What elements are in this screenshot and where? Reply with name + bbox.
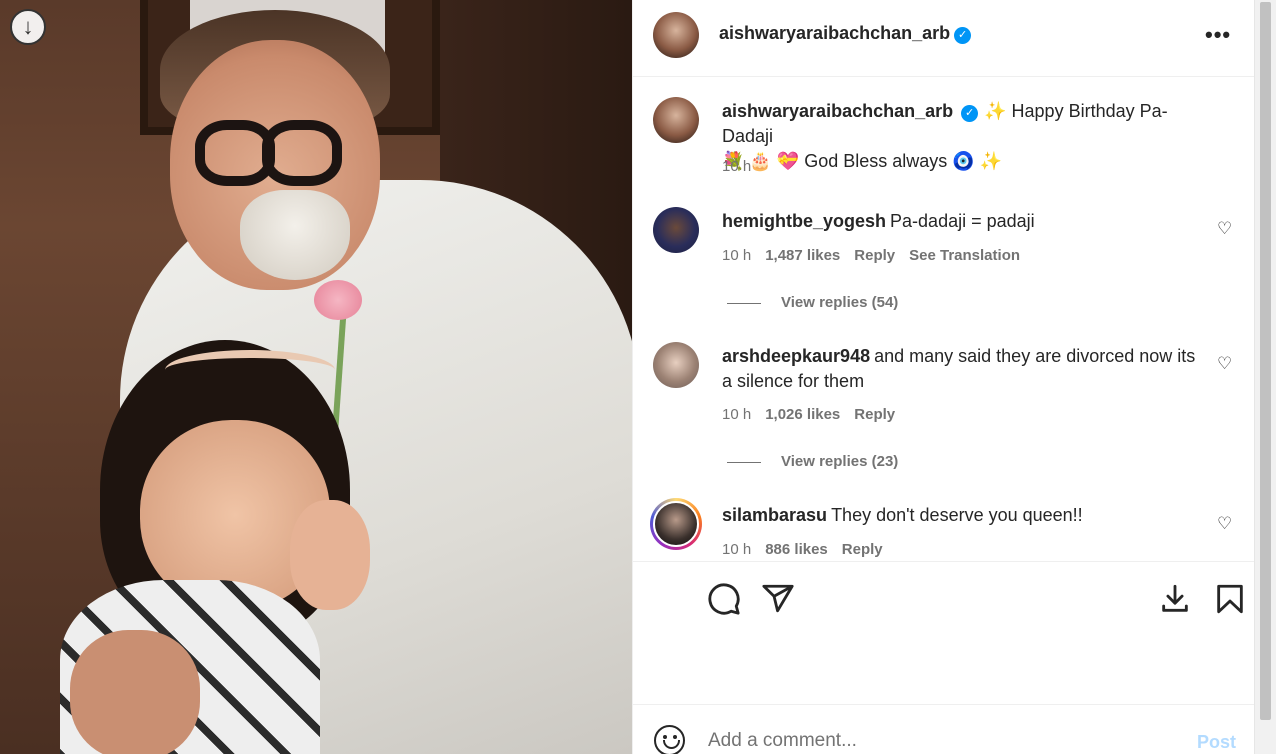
- caption-time: 10 h: [722, 158, 752, 175]
- comment-meta: 10 h 1,026 likes Reply: [722, 406, 896, 423]
- author-username[interactable]: aishwaryaraibachchan_arb: [719, 23, 950, 43]
- scrollbar[interactable]: [1254, 0, 1276, 754]
- caption-text: aishwaryaraibachchan_arb ✓ ✨ Happy Birthda…: [722, 101, 1168, 171]
- likes-count[interactable]: 1,487 likes: [765, 247, 840, 264]
- post-button[interactable]: Post: [1197, 732, 1236, 753]
- download-icon[interactable]: [1158, 582, 1192, 616]
- comment-icon[interactable]: [707, 582, 741, 616]
- comment-text: hemightbe_yogesh Pa-dadaji = padaji: [722, 211, 1035, 231]
- likes-count[interactable]: 1,026 likes: [765, 406, 840, 423]
- heart-icon[interactable]: ♡: [1217, 355, 1235, 373]
- more-icon[interactable]: •••: [1205, 22, 1231, 48]
- author-avatar[interactable]: [653, 12, 699, 58]
- verified-icon: ✓: [954, 27, 972, 44]
- emoji-icon[interactable]: [654, 725, 685, 754]
- action-bar: [633, 561, 1255, 704]
- likes-count[interactable]: 886 likes: [765, 541, 828, 558]
- commenter-avatar[interactable]: [653, 342, 699, 388]
- post-photo: [0, 0, 632, 754]
- view-replies-button[interactable]: View replies (23): [727, 453, 898, 470]
- share-icon[interactable]: [761, 582, 795, 616]
- comment-input[interactable]: [708, 730, 1178, 752]
- scroll-down-icon[interactable]: ↓: [10, 9, 46, 45]
- reply-button[interactable]: Reply: [842, 541, 883, 558]
- caption-avatar[interactable]: [653, 97, 699, 143]
- rose: [314, 280, 362, 320]
- comment-username[interactable]: hemightbe_yogesh: [722, 211, 886, 231]
- reply-button[interactable]: Reply: [854, 406, 895, 423]
- comment-username[interactable]: arshdeepkaur948: [722, 346, 870, 366]
- post-author-header[interactable]: aishwaryaraibachchan_arb ✓: [719, 23, 972, 44]
- heart-icon[interactable]: ♡: [1217, 515, 1235, 533]
- heart-icon[interactable]: ♡: [1217, 220, 1235, 238]
- view-replies-button[interactable]: View replies (54): [727, 294, 898, 311]
- verified-icon: ✓: [961, 105, 979, 122]
- comment-meta: 10 h 1,487 likes Reply See Translation: [722, 247, 1021, 264]
- bookmark-icon[interactable]: [1213, 582, 1247, 616]
- add-comment-bar: Post: [633, 704, 1255, 754]
- header-divider: [633, 76, 1255, 77]
- comment-username[interactable]: silambarasu: [722, 505, 827, 525]
- comment-text: arshdeepkaur948 and many said they are di…: [722, 346, 1196, 391]
- caption-username[interactable]: aishwaryaraibachchan_arb: [722, 101, 953, 121]
- comment-text: silambarasu They don't deserve you queen!…: [722, 505, 1083, 525]
- commenter-avatar[interactable]: [650, 498, 702, 550]
- scrollbar-thumb[interactable]: [1260, 2, 1271, 720]
- post-details-panel: aishwaryaraibachchan_arb ✓ ••• aishwaryar…: [632, 0, 1255, 754]
- comment-meta: 10 h 886 likes Reply: [722, 541, 883, 558]
- commenter-avatar[interactable]: [653, 207, 699, 253]
- reply-button[interactable]: Reply: [854, 247, 895, 264]
- see-translation-button[interactable]: See Translation: [909, 247, 1020, 264]
